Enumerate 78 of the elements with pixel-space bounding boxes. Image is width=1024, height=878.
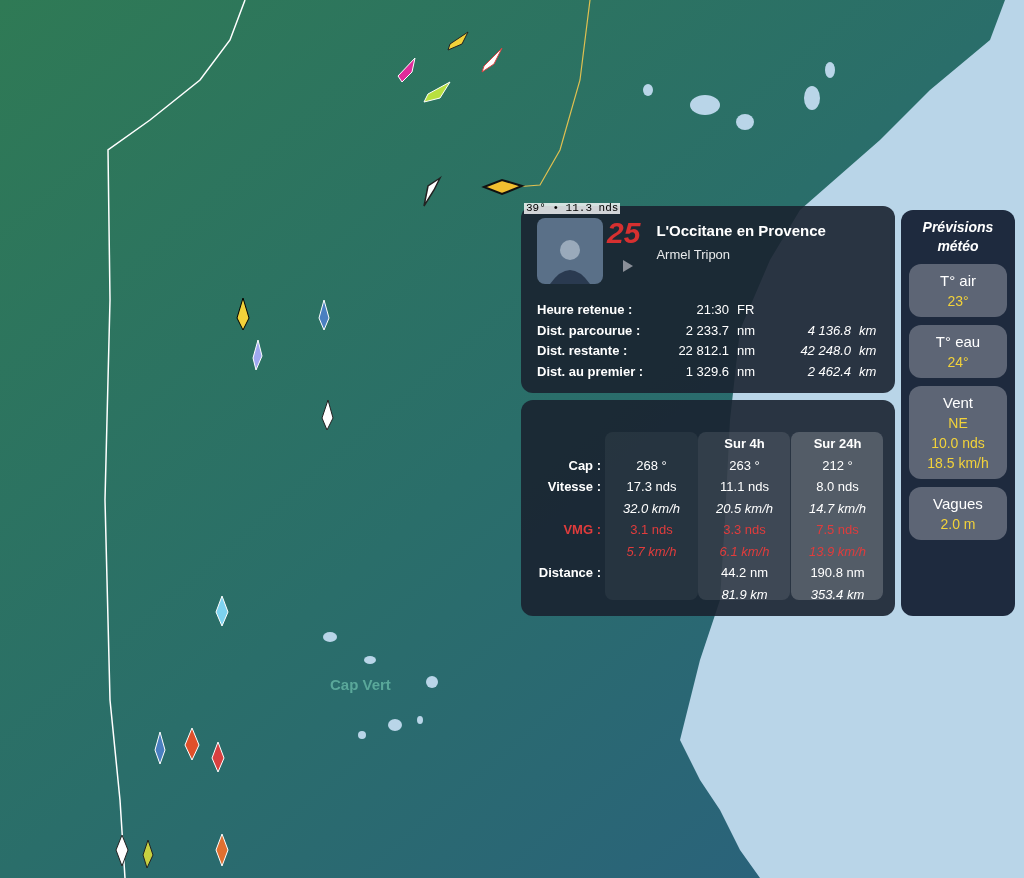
stat-label: Dist. au premier : — [537, 362, 645, 381]
table-cell-text: 8.0 nds — [815, 478, 860, 496]
row-label: Cap : — [567, 456, 602, 475]
boat-icon — [397, 57, 416, 83]
table-cell-text: 6.1 km/h — [718, 542, 771, 561]
stat-label: Heure retenue : — [537, 301, 634, 319]
stat-unit: nm — [737, 362, 757, 381]
table-cell-text: 190.8 nm — [809, 564, 866, 582]
boat-icon — [252, 339, 263, 371]
table-cell-text: 81.9 km — [720, 585, 769, 604]
boat-icon — [481, 178, 526, 196]
boat-icon — [215, 595, 229, 627]
table-cell-text: 20.5 km/h — [714, 499, 775, 518]
weather-value: 24° — [947, 353, 969, 372]
weather-label: Vagues — [933, 494, 983, 514]
weather-value: 10.0 nds — [931, 434, 985, 453]
table-cell-text: 3.1 nds — [629, 521, 674, 539]
stat-unit: km — [859, 342, 878, 360]
weather-label: T° air — [940, 271, 976, 291]
table-cell-text: 44.2 nm — [720, 564, 769, 582]
stat-unit: nm — [737, 321, 757, 340]
table-cell-text: 7.5 nds — [815, 521, 860, 539]
weather-value: 18.5 km/h — [927, 454, 989, 473]
stat-value: 21:30 — [695, 301, 730, 319]
boat-icon — [215, 833, 229, 867]
boat-icon — [154, 731, 166, 765]
table-cell-text: 32.0 km/h — [621, 499, 682, 518]
boat-icon — [321, 399, 334, 431]
boat-icon — [236, 297, 250, 331]
weather-title: Prévisions météo — [921, 218, 995, 256]
stat-unit: nm — [737, 342, 757, 360]
weather-label: T° eau — [935, 332, 981, 352]
boat-icon — [447, 31, 469, 51]
table-cell-text: 268 ° — [635, 456, 668, 475]
table-cell-text: 17.3 nds — [625, 478, 678, 496]
table-cell-text: 212 ° — [821, 456, 854, 475]
boat-name: L'Occitane en Provence — [656, 221, 826, 241]
table-cell-text: 3.3 nds — [722, 521, 767, 539]
weather-value: NE — [948, 414, 968, 433]
play-icon[interactable] — [622, 260, 633, 272]
weather-value: 23° — [947, 292, 969, 311]
table-cell-text: 13.9 km/h — [807, 542, 868, 561]
table-cell-text: 353.4 km — [809, 585, 866, 604]
stat-value: 42 248.0 — [799, 342, 852, 360]
stat-value: 22 812.1 — [677, 342, 730, 360]
table-cell-text: 263 ° — [728, 456, 761, 475]
row-label: Distance : — [537, 564, 602, 582]
row-label: VMG : — [562, 521, 602, 539]
place-label: Cap Vert — [330, 675, 391, 695]
boat-icon — [481, 47, 503, 73]
stat-unit: FR — [737, 301, 756, 319]
boat-icon — [115, 834, 129, 867]
column-header: Sur 4h — [723, 435, 766, 453]
boat-icon — [211, 741, 225, 773]
stat-value: 2 462.4 — [806, 362, 852, 381]
stat-unit: km — [859, 362, 878, 381]
cursor-reading: 39° • 11.3 nds — [524, 203, 621, 214]
stat-unit: km — [859, 321, 878, 340]
race-number: 25 — [607, 218, 641, 248]
skipper-name: Armel Tripon — [656, 245, 732, 264]
photo-placeholder — [537, 218, 603, 284]
row-label: Vitesse : — [546, 478, 602, 496]
boat-icon — [184, 727, 200, 761]
weather-label: Vent — [943, 393, 973, 413]
table-cell-text: 5.7 km/h — [625, 542, 678, 561]
column-header: Sur 24h — [812, 435, 863, 453]
stat-label: Dist. restante : — [537, 342, 629, 360]
table-cell-text: 11.1 nds — [719, 478, 770, 496]
stat-value: 1 329.6 — [684, 362, 730, 381]
boat-icon — [423, 81, 451, 103]
boat-icon — [142, 839, 154, 869]
boat-icon — [318, 299, 330, 331]
stat-label: Dist. parcourue : — [537, 321, 642, 340]
weather-value: 2.0 m — [940, 515, 976, 534]
stat-value: 4 136.8 — [806, 321, 852, 340]
table-cell-text: 14.7 km/h — [807, 499, 868, 518]
stat-value: 2 233.7 — [684, 321, 730, 340]
boat-icon — [423, 175, 442, 207]
